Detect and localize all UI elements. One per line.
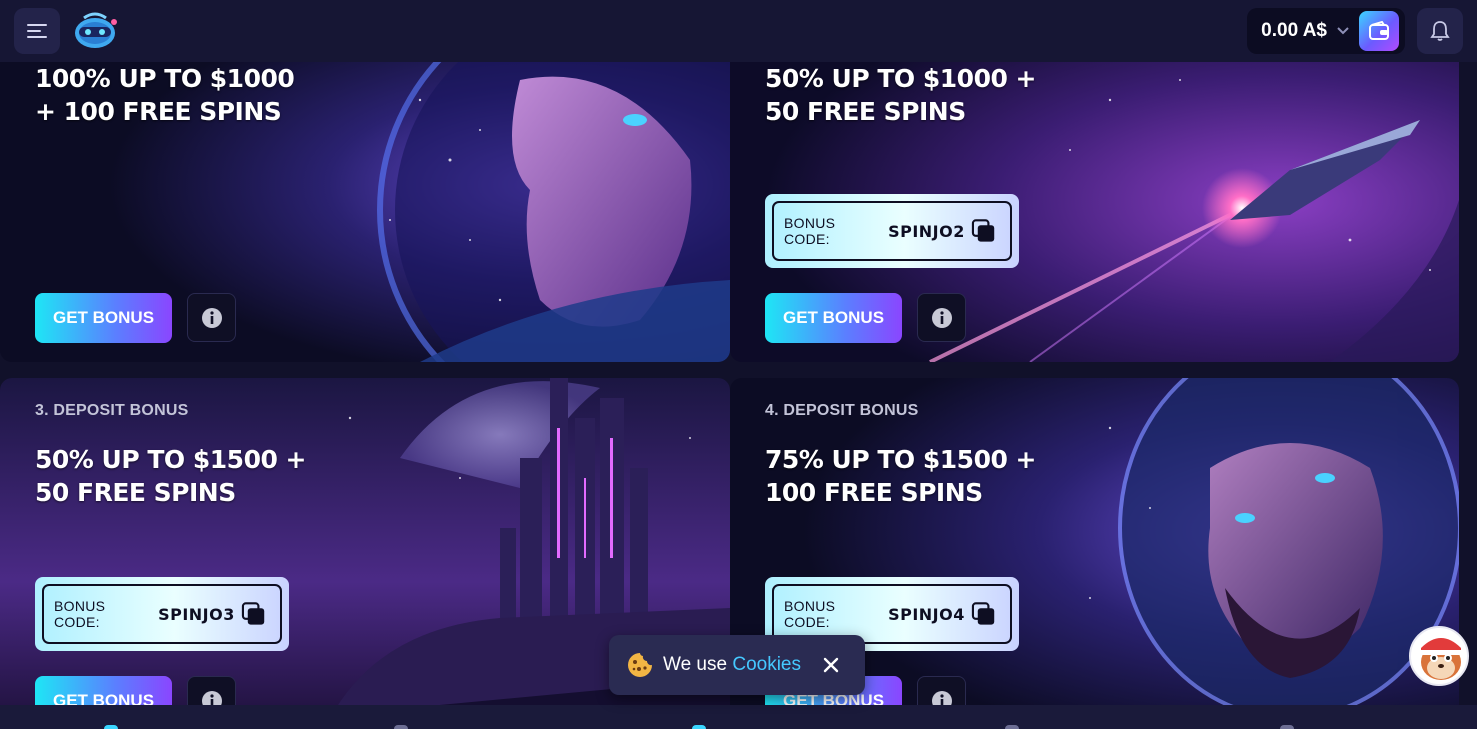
bonus-code-box[interactable]: BONUS CODE: SPINJO3 — [35, 577, 289, 651]
top-header: 0.00 A$ — [0, 0, 1477, 62]
close-icon[interactable] — [823, 657, 839, 673]
bonus-card-2: 50% UP TO $1000 + 50 FREE SPINS BONUS CO… — [730, 40, 1459, 362]
wallet-button[interactable] — [1359, 11, 1399, 51]
get-bonus-button[interactable]: GET BONUS — [765, 293, 902, 343]
bonus-code-label: BONUS CODE: — [784, 215, 836, 247]
bonus-step-label: 3. DEPOSIT BONUS — [35, 402, 189, 419]
bonus-code-inner: BONUS CODE: SPINJO3 — [42, 584, 282, 644]
bonus-title-line: 100 FREE SPINS — [765, 478, 983, 507]
bonus-code-label: BONUS CODE: — [784, 598, 836, 630]
support-avatar-icon — [1419, 638, 1463, 680]
balance-value: 0.00 A$ — [1261, 20, 1327, 41]
wallet-icon — [1369, 21, 1389, 40]
menu-icon-bar — [27, 24, 47, 26]
bonus-title-line: 100% UP TO $1000 — [35, 64, 295, 93]
chevron-down-icon — [1337, 27, 1349, 35]
balance-selector[interactable]: 0.00 A$ — [1247, 8, 1405, 54]
bonus-title: 100% UP TO $1000 + 100 FREE SPINS — [35, 62, 295, 128]
bell-icon — [1430, 21, 1450, 41]
nav-item-casino-icon[interactable] — [394, 725, 408, 729]
logo-icon[interactable] — [70, 10, 120, 52]
bonus-title: 75% UP TO $1500 + 100 FREE SPINS — [765, 443, 1037, 509]
header-left — [14, 8, 120, 54]
copy-icon[interactable] — [971, 601, 996, 627]
cookie-prefix: We use — [663, 654, 728, 675]
info-icon — [931, 307, 952, 328]
bonus-title: 50% UP TO $1000 + 50 FREE SPINS — [765, 62, 1037, 128]
header-right: 0.00 A$ — [1247, 8, 1463, 54]
bonus-code-value: SPINJO2 — [888, 221, 965, 241]
info-button[interactable] — [187, 293, 236, 342]
bonus-step-label: 4. DEPOSIT BONUS — [765, 402, 919, 419]
cookie-banner: We use Cookies — [609, 635, 865, 695]
info-icon — [201, 307, 222, 328]
bonus-title-line: 50% UP TO $1500 + — [35, 445, 307, 474]
copy-icon[interactable] — [241, 601, 266, 627]
bonus-card-1: 100% UP TO $1000 + 100 FREE SPINS GET BO… — [0, 40, 730, 362]
cookie-message: We use Cookies — [663, 654, 801, 676]
copy-icon[interactable] — [971, 218, 996, 244]
bonus-code-value: SPINJO4 — [888, 604, 965, 624]
info-button[interactable] — [917, 293, 966, 342]
bonus-code-inner: BONUS CODE: SPINJO2 — [772, 201, 1012, 261]
nav-item-account-icon[interactable] — [1280, 725, 1294, 729]
bonus-title-line: 75% UP TO $1500 + — [765, 445, 1037, 474]
cookie-icon — [628, 653, 652, 677]
menu-icon-bar — [27, 36, 47, 38]
bonus-title-line: 50 FREE SPINS — [765, 97, 966, 126]
bottom-nav — [0, 705, 1477, 729]
nav-item-promotions-icon[interactable] — [692, 725, 706, 729]
bonus-code-box[interactable]: BONUS CODE: SPINJO2 — [765, 194, 1019, 268]
nav-item-live-icon[interactable] — [1005, 725, 1019, 729]
menu-icon-bar — [27, 30, 41, 32]
bonus-code-label: BONUS CODE: — [54, 598, 106, 630]
bonus-title-line: 50% UP TO $1000 + — [765, 64, 1037, 93]
bonus-title-line: 50 FREE SPINS — [35, 478, 236, 507]
get-bonus-button[interactable]: GET BONUS — [35, 293, 172, 343]
nav-item-home-icon[interactable] — [104, 725, 118, 729]
support-chat-button[interactable] — [1409, 626, 1469, 686]
bonus-title: 50% UP TO $1500 + 50 FREE SPINS — [35, 443, 307, 509]
menu-button[interactable] — [14, 8, 60, 54]
notifications-button[interactable] — [1417, 8, 1463, 54]
bonus-title-line: + 100 FREE SPINS — [35, 97, 282, 126]
cookie-link[interactable]: Cookies — [732, 654, 801, 675]
bonus-code-value: SPINJO3 — [158, 604, 235, 624]
